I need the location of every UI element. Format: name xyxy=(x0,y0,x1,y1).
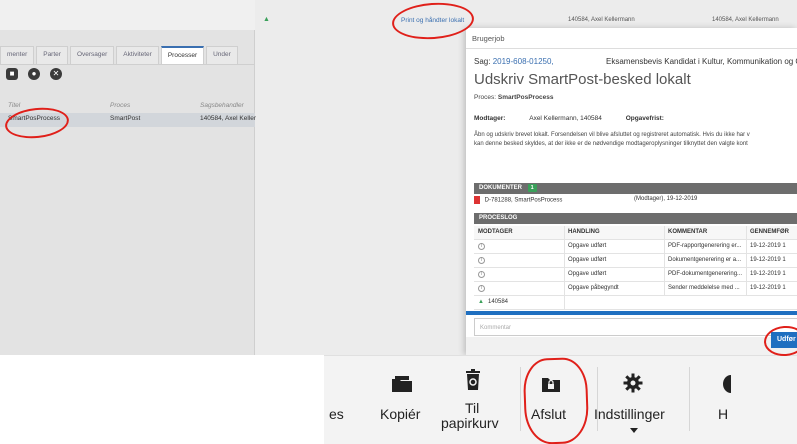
row-gennemfort: 19-12-2019 1 xyxy=(750,271,786,277)
settings-button[interactable]: Indstillinger xyxy=(594,406,665,422)
info-icon[interactable]: i xyxy=(478,285,485,292)
row-handling: Opgave udført xyxy=(568,271,607,277)
top-user-info-1: 140584, Axel Kellermann xyxy=(568,17,635,23)
tab-aktiviteter[interactable]: Aktiviteter xyxy=(116,46,159,64)
row-kommentar: PDF-rapportgenerering er... xyxy=(668,243,742,249)
dialog-footer xyxy=(466,337,797,355)
sag-description: Eksamensbevis Kandidat i Kultur, Kommuni… xyxy=(606,57,797,66)
tab-oversager[interactable]: Oversager xyxy=(69,46,115,64)
case-header xyxy=(0,0,255,30)
chevron-down-icon[interactable] xyxy=(630,428,638,433)
col-modtager: MODTAGER xyxy=(478,229,513,235)
col-sagsbehandler[interactable]: Sagsbehandler xyxy=(200,102,244,109)
table-row[interactable]: i Opgave udført Dokumentgenerering er a.… xyxy=(474,254,797,268)
sag-label: Sag: xyxy=(474,57,491,66)
annotation-circle-afslut xyxy=(522,356,590,444)
info-line-1: Åbn og udskriv brevet lokalt. Forsendels… xyxy=(474,132,750,138)
folder-icon[interactable] xyxy=(391,375,413,393)
row-sagsbehandler: 140584, Axel Keller xyxy=(200,115,257,122)
table-row[interactable]: i Opgave udført PDF-rapportgenerering er… xyxy=(474,240,797,254)
comment-input[interactable]: Kommentar xyxy=(474,318,797,336)
dialog-divider xyxy=(466,48,797,49)
middle-pane xyxy=(256,0,466,355)
pdf-icon xyxy=(474,196,480,204)
gear-icon[interactable] xyxy=(623,373,643,393)
info-text: Åbn og udskriv brevet lokalt. Forsendels… xyxy=(474,131,797,149)
ribbon-separator xyxy=(689,367,690,431)
info-icon[interactable]: i xyxy=(478,257,485,264)
col-titel[interactable]: Titel xyxy=(8,102,20,109)
person-icon: ▲ xyxy=(263,16,270,23)
proceslog-table: MODTAGER HANDLING KOMMENTAR GENNEMFØR i … xyxy=(474,226,797,310)
proceslog-section-header: PROCESLOG xyxy=(474,213,797,224)
row-handling: Opgave udført xyxy=(568,243,607,249)
person-icon: ▲ xyxy=(478,299,484,305)
help-icon[interactable] xyxy=(723,375,731,393)
proces-line: Proces: SmartPosProcess xyxy=(474,94,554,101)
row-kommentar: Sender meddelelse med ... xyxy=(668,285,740,291)
case-pane: menter Parter Oversager Aktiviteter Proc… xyxy=(0,0,257,355)
col-kommentar: KOMMENTAR xyxy=(668,229,708,235)
col-proces[interactable]: Proces xyxy=(110,102,130,109)
table-row[interactable]: i Opgave påbegyndt Sender meddelelse med… xyxy=(474,282,797,296)
cancel-icon[interactable]: ✕ xyxy=(50,68,62,80)
brugerjob-dialog: Brugerjob Sag: 2019-608-01250, Eksamensb… xyxy=(466,28,797,355)
row-kommentar: PDF-dokumentgenerering... xyxy=(668,271,743,277)
tab-dokumenter[interactable]: menter xyxy=(0,46,35,64)
row-gennemfort: 19-12-2019 1 xyxy=(750,243,786,249)
row-user: 140584 xyxy=(488,299,509,305)
modtager-label: Modtager: xyxy=(474,115,506,122)
dialog-title: Brugerjob xyxy=(472,34,505,43)
row-handling: Opgave udført xyxy=(568,257,607,263)
documents-title: DOKUMENTER xyxy=(479,185,522,191)
ribbon-partial-label[interactable]: es xyxy=(329,406,344,422)
case-tabs: menter Parter Oversager Aktiviteter Proc… xyxy=(0,46,240,64)
info-icon[interactable]: i xyxy=(478,271,485,278)
tab-divider xyxy=(0,64,255,65)
ribbon-separator xyxy=(520,367,521,431)
sag-line: Sag: 2019-608-01250, xyxy=(474,57,554,66)
row-proces: SmartPost xyxy=(110,115,141,122)
table-row: ▲ 140584 xyxy=(474,296,797,310)
row-gennemfort: 19-12-2019 1 xyxy=(750,257,786,263)
info-icon[interactable]: i xyxy=(478,243,485,250)
row-gennemfort: 19-12-2019 1 xyxy=(750,285,786,291)
copy-button[interactable]: Kopiér xyxy=(380,406,420,422)
open-icon[interactable]: ■ xyxy=(6,68,18,80)
tab-under[interactable]: Under xyxy=(206,46,238,64)
tab-parter[interactable]: Parter xyxy=(36,46,68,64)
row-kommentar: Dokumentgenerering er a... xyxy=(668,257,742,263)
process-toolbar: ■ ● ✕ xyxy=(6,68,62,80)
col-gennemfort: GENNEMFØR xyxy=(750,229,789,235)
screenshot-root: menter Parter Oversager Aktiviteter Proc… xyxy=(0,0,797,444)
recycle-label-line1[interactable]: Til xyxy=(465,400,479,416)
modtager-value: Axel Kellermann, 140584 xyxy=(529,115,602,122)
app-window: menter Parter Oversager Aktiviteter Proc… xyxy=(0,0,797,355)
ribbon: es Kopiér Til papirkurv Afslut Indstilli… xyxy=(0,355,797,444)
job-heading: Udskriv SmartPost-besked lokalt xyxy=(474,71,691,88)
dialog-accent-bar xyxy=(466,311,797,315)
view-icon[interactable]: ● xyxy=(28,68,40,80)
documents-count-badge: 1 xyxy=(527,184,537,192)
document-name[interactable]: D-781288, SmartPosProcess xyxy=(485,198,563,204)
help-button[interactable]: H xyxy=(718,406,728,422)
document-meta: (Modtager), 19-12-2019 xyxy=(634,196,698,202)
opgavefrist-label: Opgavefrist: xyxy=(625,115,664,122)
proceslog-title: PROCESLOG xyxy=(479,215,518,221)
row-handling: Opgave påbegyndt xyxy=(568,285,619,291)
proces-label: Proces: xyxy=(474,94,497,101)
sag-number-link[interactable]: 2019-608-01250, xyxy=(493,57,554,66)
recycle-label-line2[interactable]: papirkurv xyxy=(441,415,499,431)
col-handling: HANDLING xyxy=(568,229,600,235)
table-row[interactable]: i Opgave udført PDF-dokumentgenerering..… xyxy=(474,268,797,282)
proceslog-header-row: MODTAGER HANDLING KOMMENTAR GENNEMFØR xyxy=(474,226,797,240)
proces-value: SmartPosProcess xyxy=(497,94,554,101)
recycle-bin-icon[interactable] xyxy=(465,369,481,391)
top-user-info-2: 140584, Axel Kellermann xyxy=(712,17,779,23)
document-row[interactable]: D-781288, SmartPosProcess (Modtager), 19… xyxy=(474,196,797,210)
tab-processer[interactable]: Processer xyxy=(160,46,205,64)
job-fields: Modtager: Axel Kellermann, 140584 Opgave… xyxy=(474,115,664,122)
documents-section-header: DOKUMENTER 1 xyxy=(474,183,797,194)
info-line-2: kan denne besked skyldes, at der ikke er… xyxy=(474,141,748,147)
